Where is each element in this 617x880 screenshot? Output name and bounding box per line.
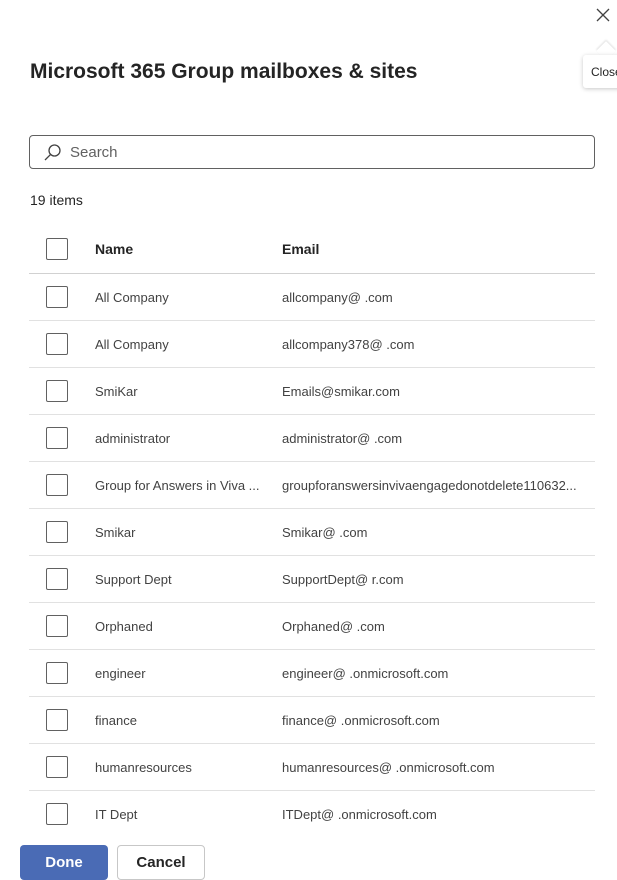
row-checkbox[interactable] — [46, 286, 68, 308]
row-email: ITDept@ .onmicrosoft.com — [282, 806, 437, 822]
table-row[interactable]: Support Dept SupportDept@ r.com — [29, 556, 595, 603]
close-tooltip: Close — [583, 55, 617, 88]
row-checkbox[interactable] — [46, 756, 68, 778]
row-name: administrator — [95, 430, 171, 446]
search-box[interactable] — [29, 135, 595, 169]
table-row[interactable]: Orphaned Orphaned@ .com — [29, 603, 595, 650]
row-checkbox[interactable] — [46, 521, 68, 543]
table-row[interactable]: administrator administrator@ .com — [29, 415, 595, 462]
table-row[interactable]: engineer engineer@ .onmicrosoft.com — [29, 650, 595, 697]
table-row[interactable]: SmiKar Emails@smikar.com — [29, 368, 595, 415]
row-email: Smikar@ .com — [282, 524, 368, 540]
row-checkbox[interactable] — [46, 803, 68, 825]
row-checkbox[interactable] — [46, 662, 68, 684]
row-checkbox[interactable] — [46, 380, 68, 402]
row-checkbox[interactable] — [46, 568, 68, 590]
cancel-button[interactable]: Cancel — [117, 845, 205, 880]
row-name: All Company — [95, 289, 169, 305]
column-header-name[interactable]: Name — [95, 241, 267, 257]
row-email: Emails@smikar.com — [282, 383, 400, 399]
row-email: Orphaned@ .com — [282, 618, 385, 634]
search-input[interactable] — [70, 143, 570, 161]
row-checkbox[interactable] — [46, 427, 68, 449]
row-checkbox[interactable] — [46, 474, 68, 496]
dialog-title: Microsoft 365 Group mailboxes & sites — [30, 60, 418, 83]
item-count: 19 items — [30, 192, 83, 208]
table-row[interactable]: Group for Answers in Viva ... groupforan… — [29, 462, 595, 509]
table-row[interactable]: humanresources humanresources@ .onmicros… — [29, 744, 595, 791]
row-checkbox[interactable] — [46, 333, 68, 355]
row-email: SupportDept@ r.com — [282, 571, 404, 587]
row-email: allcompany@ .com — [282, 289, 393, 305]
row-name: All Company — [95, 336, 169, 352]
close-button[interactable] — [590, 2, 616, 28]
row-name: finance — [95, 712, 137, 728]
close-icon — [596, 8, 610, 22]
row-email: groupforanswersinvivaengagedonotdelete11… — [282, 477, 577, 493]
groups-table: Name Email All Company allcompany@ .com … — [29, 225, 595, 827]
row-name: IT Dept — [95, 806, 138, 822]
row-name: Support Dept — [95, 571, 172, 587]
row-email: administrator@ .com — [282, 430, 403, 446]
row-email: humanresources@ .onmicrosoft.com — [282, 759, 495, 775]
search-icon — [44, 143, 61, 160]
select-all-checkbox[interactable] — [46, 238, 68, 260]
row-email: allcompany378@ .com — [282, 336, 415, 352]
row-name: Group for Answers in Viva ... — [95, 477, 260, 493]
row-name: Smikar — [95, 524, 136, 540]
table-row[interactable]: All Company allcompany@ .com — [29, 274, 595, 321]
row-checkbox[interactable] — [46, 615, 68, 637]
table-row[interactable]: finance finance@ .onmicrosoft.com — [29, 697, 595, 744]
row-email: finance@ .onmicrosoft.com — [282, 712, 440, 728]
row-name: Orphaned — [95, 618, 153, 634]
row-email: engineer@ .onmicrosoft.com — [282, 665, 449, 681]
table-row[interactable]: Smikar Smikar@ .com — [29, 509, 595, 556]
column-header-email[interactable]: Email — [282, 241, 582, 257]
row-name: SmiKar — [95, 383, 138, 399]
row-name: humanresources — [95, 759, 192, 775]
row-checkbox[interactable] — [46, 709, 68, 731]
table-header: Name Email — [29, 225, 595, 274]
table-row[interactable]: IT Dept ITDept@ .onmicrosoft.com — [29, 791, 595, 827]
done-button[interactable]: Done — [20, 845, 108, 880]
row-name: engineer — [95, 665, 146, 681]
table-row[interactable]: All Company allcompany378@ .com — [29, 321, 595, 368]
